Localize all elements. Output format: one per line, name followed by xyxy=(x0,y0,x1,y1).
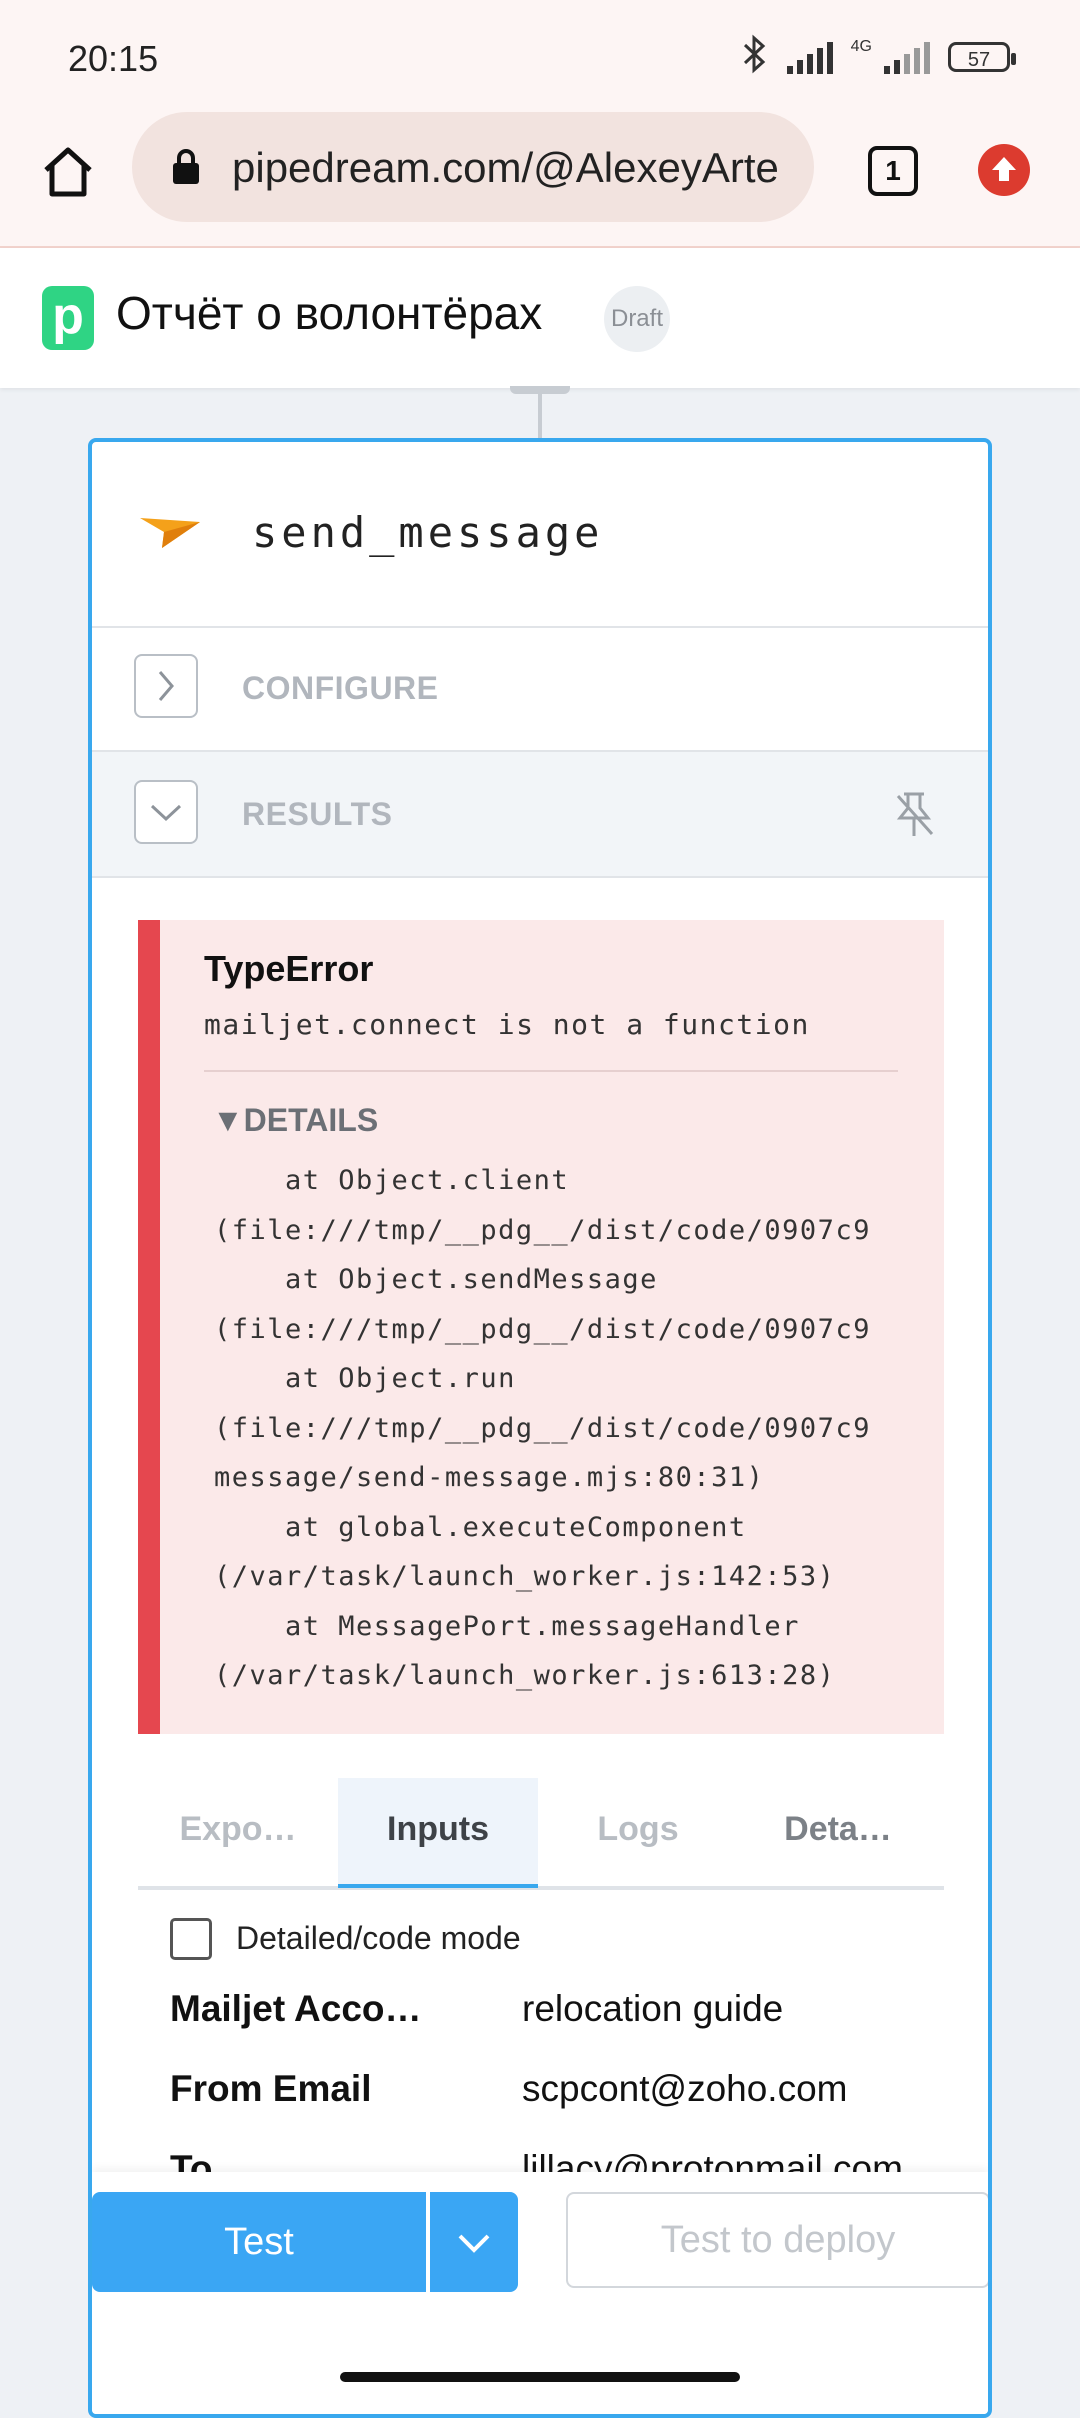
results-section[interactable]: RESULTS xyxy=(92,752,988,878)
stack-line: message/send-message.mjs:80:31) xyxy=(214,1462,765,1493)
url-text[interactable]: pipedream.com/@AlexeyArte xyxy=(232,144,792,192)
stack-line: at Object.run xyxy=(214,1363,516,1394)
test-button[interactable]: Test xyxy=(92,2192,426,2292)
results-tabs: Expo… Inputs Logs Deta… xyxy=(138,1778,944,1890)
clock: 20:15 xyxy=(68,38,159,79)
lock-icon xyxy=(170,148,202,191)
network-type: 4G xyxy=(850,37,872,55)
status-badge: Draft xyxy=(604,286,670,352)
status-icons: 4G 57 xyxy=(741,34,1016,79)
stack-line: (file:///tmp/__pdg__/dist/code/0907c9 xyxy=(214,1313,871,1345)
detailed-mode-checkbox[interactable] xyxy=(170,1918,212,1960)
error-message: mailjet.connect is not a function xyxy=(204,1008,810,1041)
divider xyxy=(204,1070,898,1072)
error-title: TypeError xyxy=(204,948,374,989)
stack-line: at Object.sendMessage xyxy=(214,1264,658,1295)
stack-line: (file:///tmp/__pdg__/dist/code/0907c9 xyxy=(214,1412,871,1444)
chevron-right-icon[interactable] xyxy=(134,654,198,718)
signal-icon xyxy=(786,40,833,74)
stack-line: (/var/task/launch_worker.js:142:53) xyxy=(214,1561,836,1592)
tabs-icon[interactable]: 1 xyxy=(868,146,918,196)
mailjet-icon xyxy=(138,512,202,557)
input-value: scpcont@zoho.com xyxy=(522,2068,848,2109)
test-to-deploy-button[interactable]: Test to deploy xyxy=(566,2192,988,2288)
details-toggle[interactable]: ▼DETAILS xyxy=(212,1102,378,1139)
error-panel: TypeError mailjet.connect is not a funct… xyxy=(138,920,944,1734)
input-row: Mailjet Acco… relocation guide xyxy=(170,1988,950,2058)
input-key: From Email xyxy=(170,2068,372,2109)
configure-label: CONFIGURE xyxy=(242,670,439,706)
input-value: relocation guide xyxy=(522,1988,784,2029)
battery-icon: 57 xyxy=(948,41,1016,72)
configure-section[interactable]: CONFIGURE xyxy=(92,626,988,752)
tab-inputs[interactable]: Inputs xyxy=(338,1778,538,1888)
tab-exports[interactable]: Expo… xyxy=(138,1778,338,1884)
results-label: RESULTS xyxy=(242,796,393,832)
signal-icon xyxy=(884,40,930,74)
step-connector-line xyxy=(538,388,542,440)
unpin-icon[interactable] xyxy=(890,788,938,845)
home-indicator[interactable] xyxy=(340,2372,740,2382)
status-bar: 20:15 4G 57 xyxy=(0,0,1080,112)
input-key: Mailjet Acco… xyxy=(170,1988,422,2029)
browser-toolbar: pipedream.com/@AlexeyArte 1 xyxy=(0,112,1080,248)
stack-line: (file:///tmp/__pdg__/dist/code/0907c9 xyxy=(214,1214,871,1246)
tab-logs[interactable]: Logs xyxy=(538,1778,738,1884)
chevron-down-icon[interactable] xyxy=(134,780,198,844)
stack-trace[interactable]: at Object.client (file:///tmp/__pdg__/di… xyxy=(214,1156,936,1701)
update-icon[interactable] xyxy=(978,144,1030,196)
step-card: send_message CONFIGURE RESULTS TypeError… xyxy=(88,438,992,2418)
home-icon[interactable] xyxy=(36,140,100,204)
workflow-header: p Отчёт о волонтёрах Draft xyxy=(0,248,1080,388)
bluetooth-icon xyxy=(741,34,769,79)
step-header[interactable]: send_message xyxy=(92,442,988,628)
stack-line: at Object.client xyxy=(214,1165,570,1196)
error-accent-bar xyxy=(138,920,160,1734)
pipedream-logo[interactable]: p xyxy=(42,286,94,350)
step-name[interactable]: send_message xyxy=(252,508,603,557)
address-bar[interactable]: pipedream.com/@AlexeyArte xyxy=(132,112,814,222)
tab-details[interactable]: Deta… xyxy=(738,1778,938,1884)
input-row: From Email scpcont@zoho.com xyxy=(170,2068,950,2138)
stack-line: at MessagePort.messageHandler xyxy=(214,1610,800,1642)
stack-line: at global.executeComponent xyxy=(214,1511,747,1543)
workflow-title[interactable]: Отчёт о волонтёрах xyxy=(116,286,542,340)
detailed-mode-label[interactable]: Detailed/code mode xyxy=(236,1920,521,1957)
stack-line: (/var/task/launch_worker.js:613:28) xyxy=(214,1660,836,1691)
test-options-button[interactable] xyxy=(430,2192,518,2292)
